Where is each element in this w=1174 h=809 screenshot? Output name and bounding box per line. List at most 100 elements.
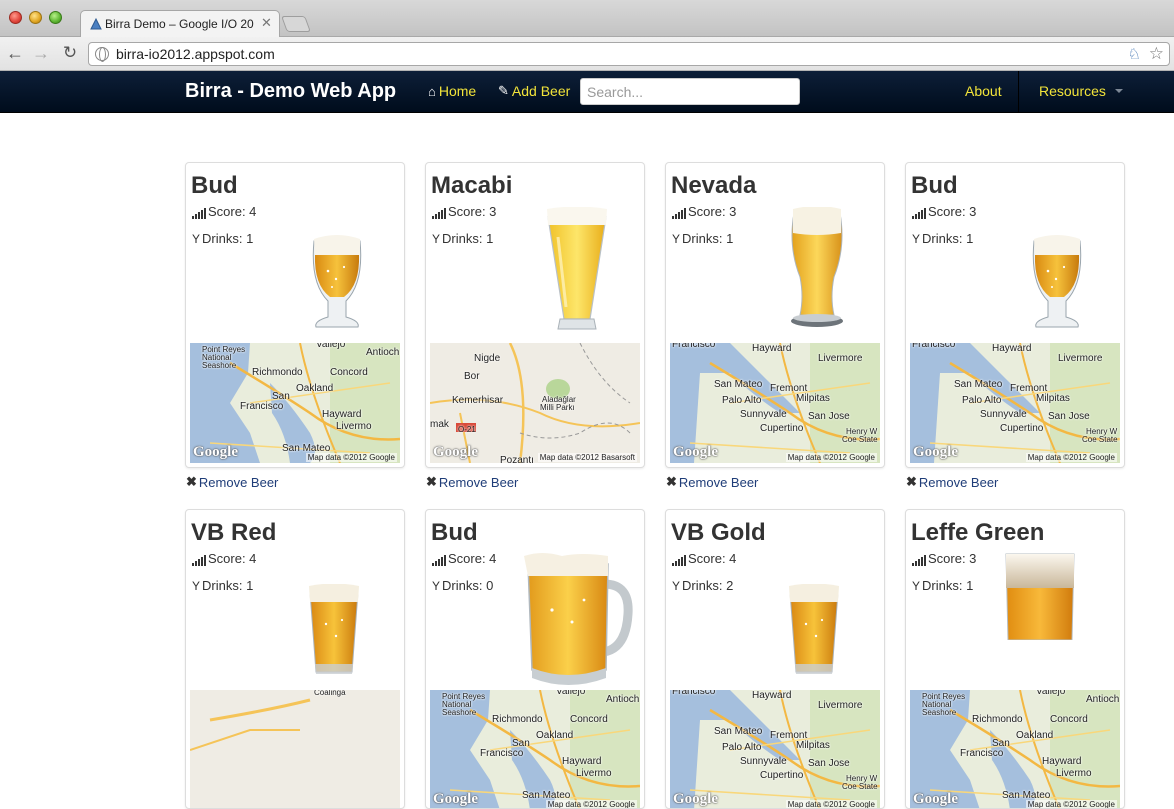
nav-about-link[interactable]: About <box>965 83 1002 99</box>
beer-location-map[interactable]: Point Reyes National Seashore Richmondo Conc… <box>190 343 400 463</box>
beer-drinks: Y Drinks: 1 <box>672 231 733 246</box>
score-text: Score: 4 <box>448 551 497 566</box>
nav-add-beer-label: Add Beer <box>511 83 571 99</box>
beer-location-map[interactable]: Francisco Hayward Livermore San Mateo Fremon… <box>910 343 1120 463</box>
remove-beer-link[interactable]: ✖ Remove Beer <box>906 474 998 490</box>
map-place-label: Livermore <box>818 700 863 711</box>
google-logo: Google <box>913 444 958 460</box>
search-input[interactable] <box>580 78 800 105</box>
map-place-label: Concord <box>570 714 608 725</box>
tab-close-icon[interactable]: ✕ <box>261 15 272 31</box>
map-place-label: Milpitas <box>796 393 830 404</box>
map-place-label: Francisco <box>960 748 1004 759</box>
beer-name: Macabi <box>431 172 513 199</box>
nav-home-link[interactable]: ⌂ Home <box>428 83 476 99</box>
map-credit: Map data ©2012 Google <box>545 800 637 809</box>
map-place-label: Sunnyvale <box>980 409 1027 420</box>
brand-title[interactable]: Birra - Demo Web App <box>185 80 396 103</box>
chevron-down-icon <box>1114 89 1123 93</box>
reload-icon[interactable]: ↻ <box>59 42 81 64</box>
map-place-label: O-21 <box>458 425 476 434</box>
beer-drinks: Y Drinks: 0 <box>432 578 493 593</box>
url-text[interactable]: birra-io2012.appspot.com <box>116 46 275 62</box>
close-window-button[interactable] <box>9 11 22 24</box>
map-place-label: Coe State P <box>842 782 880 791</box>
map-place-label: Francisco <box>912 343 956 350</box>
nav-divider <box>1018 71 1019 113</box>
map-place-label: San Jose <box>808 758 850 769</box>
beer-glass-image <box>306 233 368 338</box>
extension-icon[interactable]: ♘ <box>1128 45 1141 63</box>
score-text: Score: 4 <box>208 204 257 219</box>
beer-location-map[interactable]: Point Reyes National Seashore Richmondo Conc… <box>910 690 1120 809</box>
remove-beer-link[interactable]: ✖ Remove Beer <box>666 474 758 490</box>
map-place-label: Livermo <box>576 768 612 779</box>
map-place-label: Richmondo <box>492 714 543 725</box>
map-place-label: Palo Alto <box>722 742 762 753</box>
score-text: Score: 3 <box>928 204 977 219</box>
forward-arrow-icon[interactable]: → <box>30 42 52 64</box>
cocktail-glass-icon: Y <box>672 232 681 246</box>
map-place-label: Concord <box>330 367 368 378</box>
beer-drinks: Y Drinks: 1 <box>192 231 253 246</box>
map-place-label: Sunnyvale <box>740 409 787 420</box>
bookmark-star-icon[interactable]: ☆ <box>1149 44 1164 64</box>
remove-beer-label: Remove Beer <box>918 474 999 490</box>
map-place-label: Hayward <box>992 343 1032 354</box>
google-logo: Google <box>913 791 958 807</box>
score-text: Score: 3 <box>928 551 977 566</box>
map-place-label: Hayward <box>752 343 792 354</box>
edit-icon: ✎ <box>498 83 509 98</box>
beer-name: Bud <box>431 519 478 546</box>
minimize-window-button[interactable] <box>29 11 42 24</box>
google-logo: Google <box>673 444 718 460</box>
score-text: Score: 3 <box>448 204 497 219</box>
map-place-label: Concord <box>1050 714 1088 725</box>
signal-bars-icon <box>432 208 446 219</box>
cocktail-glass-icon: Y <box>432 232 441 246</box>
map-place-label: San Mateo <box>714 379 763 390</box>
google-logo: Google <box>433 444 478 460</box>
zoom-window-button[interactable] <box>49 11 62 24</box>
remove-icon: ✖ <box>186 474 197 489</box>
beer-location-map[interactable]: Coalinga <box>190 690 400 808</box>
remove-beer-link[interactable]: ✖ Remove Beer <box>426 474 518 490</box>
new-tab-button[interactable] <box>281 16 311 32</box>
beer-score: Score: 4 <box>192 204 256 219</box>
nav-add-beer-link[interactable]: ✎ Add Beer <box>498 83 570 99</box>
drinks-text: Drinks: 1 <box>922 578 974 593</box>
map-place-label: Livermore <box>818 353 863 364</box>
remove-beer-link[interactable]: ✖ Remove Beer <box>186 474 278 490</box>
back-arrow-icon[interactable]: ← <box>4 42 26 64</box>
drinks-text: Drinks: 2 <box>682 578 734 593</box>
beer-location-map[interactable]: Nigde Bor Kemerhisar Aladağlar Milli Parkı Po… <box>430 343 640 463</box>
map-place-label: Vallejo <box>316 343 346 350</box>
beer-score: Score: 4 <box>432 551 496 566</box>
drinks-text: Drinks: 0 <box>442 578 494 593</box>
map-place-label: Richmondo <box>252 367 303 378</box>
beer-location-map[interactable]: Francisco Hayward Livermore San Mateo Fremon… <box>670 690 880 808</box>
nav-resources-dropdown[interactable]: Resources <box>1039 83 1123 99</box>
map-place-label: Antioch <box>1086 694 1120 705</box>
map-place-label: Antioch <box>366 347 400 358</box>
beer-glass-image <box>786 206 848 338</box>
beer-location-map[interactable]: Point Reyes National Seashore Richmondo Conc… <box>430 690 640 809</box>
map-credit: Map data ©2012 Google <box>1025 800 1117 809</box>
map-place-label: Hayward <box>752 690 792 701</box>
browser-tab[interactable]: Birra Demo – Google I/O 20 ✕ <box>80 10 280 37</box>
map-credit: Map data ©2012 Google <box>1025 453 1117 462</box>
beer-location-map[interactable]: Francisco Hayward Livermore San Mateo Fremon… <box>670 343 880 463</box>
beer-score: Score: 3 <box>432 204 496 219</box>
beer-drinks: Y Drinks: 1 <box>432 231 493 246</box>
map-place-label: Oakland <box>296 383 334 394</box>
address-bar[interactable]: birra-io2012.appspot.com ♘ ☆ <box>88 42 1170 66</box>
beer-glass-image <box>786 583 842 685</box>
map-place-label: Seashore <box>442 708 477 717</box>
remove-icon: ✖ <box>906 474 917 489</box>
map-place-label: Francisco <box>240 401 284 412</box>
remove-beer-label: Remove Beer <box>678 474 759 490</box>
map-credit: Map data ©2012 Basarsoft <box>537 453 637 462</box>
signal-bars-icon <box>192 555 206 566</box>
map-place-label: Pozantı <box>500 455 534 463</box>
google-logo: Google <box>193 444 238 460</box>
